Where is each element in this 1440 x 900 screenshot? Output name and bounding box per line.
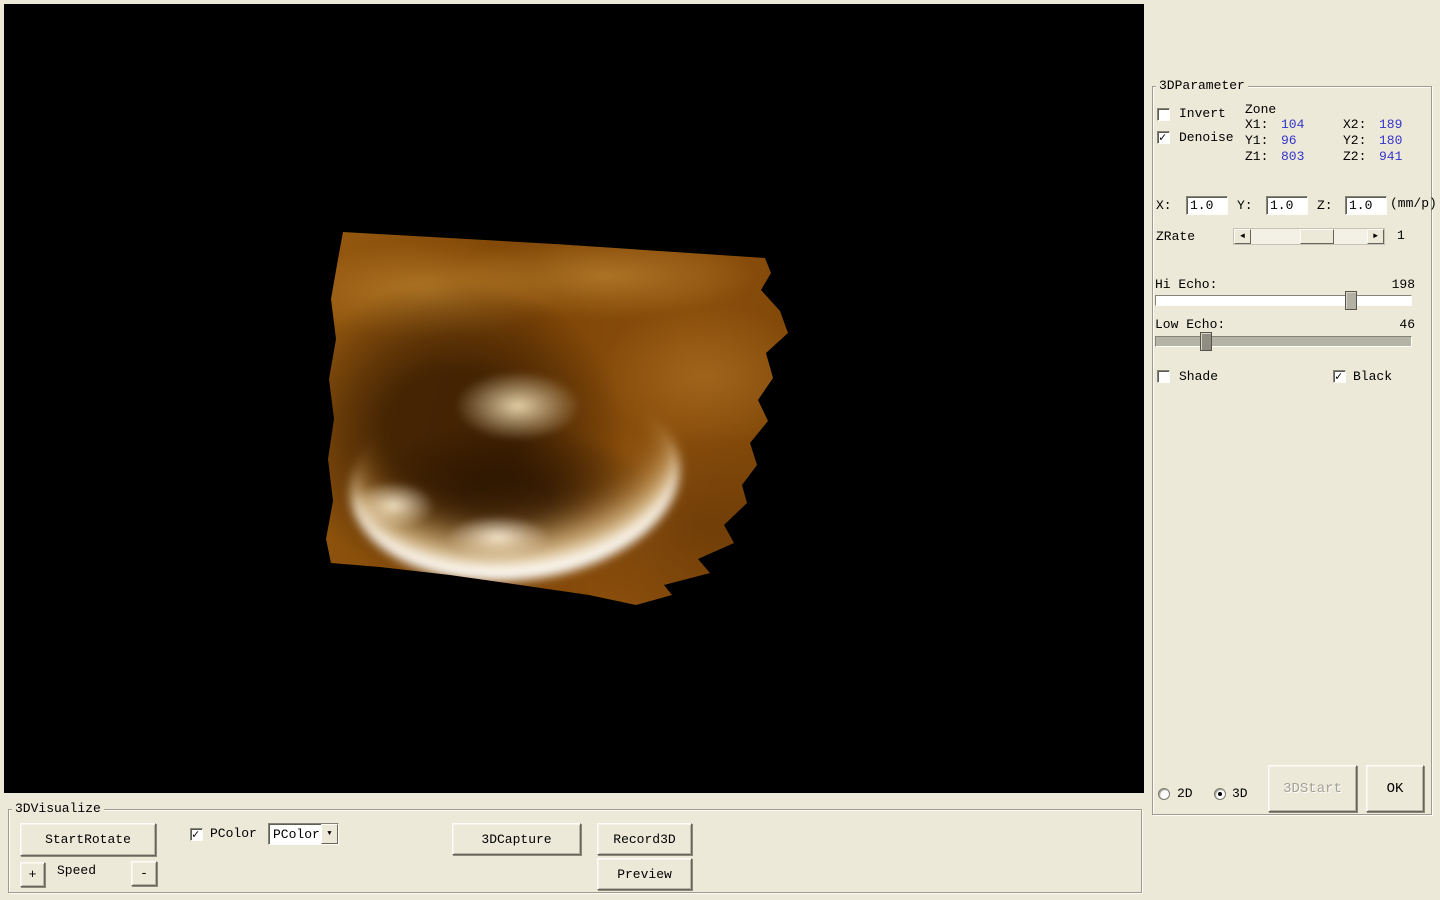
low-echo-value: 46 <box>1375 318 1415 332</box>
low-echo-label: Low Echo: <box>1155 318 1225 332</box>
z-scale-input[interactable] <box>1345 196 1387 215</box>
zone-x2-label: X2: <box>1343 117 1379 133</box>
preview-button[interactable]: Preview <box>597 858 692 890</box>
shade-checkbox[interactable] <box>1157 370 1170 383</box>
app-window: { "colors": { "window_bg": "#ece9d8", "v… <box>0 0 1440 900</box>
zrate-scrollbar[interactable]: ◄ ► <box>1233 228 1385 245</box>
zone-z1-value: 803 <box>1281 149 1343 165</box>
hi-echo-value: 198 <box>1375 278 1415 292</box>
low-echo-thumb[interactable] <box>1200 332 1212 351</box>
zone-z2-label: Z2: <box>1343 149 1379 165</box>
invert-label: Invert <box>1179 107 1226 121</box>
visualize-group-title: 3DVisualize <box>12 802 104 816</box>
black-checkbox[interactable] <box>1333 370 1346 383</box>
parameter-group-title: 3DParameter <box>1156 79 1248 93</box>
zone-x1-label: X1: <box>1245 117 1281 133</box>
shade-label: Shade <box>1179 370 1218 384</box>
start-rotate-button[interactable]: StartRotate <box>20 823 156 856</box>
y-scale-input[interactable] <box>1266 196 1308 215</box>
zone-values: X1: 104 X2: 189 Y1: 96 Y2: 180 Z1: 803 Z… <box>1245 117 1425 165</box>
zrate-right-arrow-icon[interactable]: ► <box>1367 229 1384 244</box>
x-scale-label: X: <box>1156 199 1172 213</box>
ok-button[interactable]: OK <box>1366 765 1424 812</box>
record-3d-button[interactable]: Record3D <box>597 823 692 855</box>
render-viewport[interactable] <box>4 4 1144 793</box>
zone-x2-value: 189 <box>1379 117 1425 133</box>
denoise-checkbox[interactable] <box>1157 131 1170 144</box>
mode-3d-radio[interactable] <box>1214 788 1226 800</box>
start-3d-button[interactable]: 3DStart <box>1268 765 1357 812</box>
zrate-value: 1 <box>1397 229 1405 243</box>
mode-3d-label: 3D <box>1232 787 1248 801</box>
black-label: Black <box>1353 370 1392 384</box>
zrate-label: ZRate <box>1156 230 1195 244</box>
mode-2d-label: 2D <box>1177 787 1193 801</box>
hi-echo-slider[interactable] <box>1155 295 1412 306</box>
zone-title: Zone <box>1245 103 1276 117</box>
mode-2d-radio[interactable] <box>1158 788 1170 800</box>
hi-echo-thumb[interactable] <box>1345 291 1357 310</box>
zone-x1-value: 104 <box>1281 117 1343 133</box>
low-echo-slider[interactable] <box>1155 336 1412 347</box>
zone-y2-label: Y2: <box>1343 133 1379 149</box>
zone-z2-value: 941 <box>1379 149 1425 165</box>
zone-y1-value: 96 <box>1281 133 1343 149</box>
zone-z1-label: Z1: <box>1245 149 1281 165</box>
speed-minus-button[interactable]: - <box>131 861 157 886</box>
speed-plus-button[interactable]: + <box>20 862 45 887</box>
zone-y1-label: Y1: <box>1245 133 1281 149</box>
capture-3d-button[interactable]: 3DCapture <box>452 823 581 855</box>
speed-label: Speed <box>57 864 96 878</box>
pcolor-label: PColor <box>210 827 257 841</box>
x-scale-input[interactable] <box>1186 196 1228 215</box>
pcolor-checkbox[interactable] <box>190 828 203 841</box>
invert-checkbox[interactable] <box>1157 108 1170 121</box>
scale-unit-label: (mm/p) <box>1390 197 1437 211</box>
zone-y2-value: 180 <box>1379 133 1425 149</box>
denoise-label: Denoise <box>1179 131 1234 145</box>
zrate-thumb[interactable] <box>1300 229 1334 244</box>
z-scale-label: Z: <box>1317 199 1333 213</box>
y-scale-label: Y: <box>1237 199 1253 213</box>
chevron-down-icon[interactable]: ▼ <box>321 824 338 844</box>
pcolor-dropdown[interactable]: PColor ▼ <box>268 823 339 845</box>
zrate-left-arrow-icon[interactable]: ◄ <box>1234 229 1251 244</box>
hi-echo-label: Hi Echo: <box>1155 278 1217 292</box>
ultrasound-volume-render <box>325 228 791 608</box>
pcolor-dropdown-value: PColor <box>269 827 321 842</box>
